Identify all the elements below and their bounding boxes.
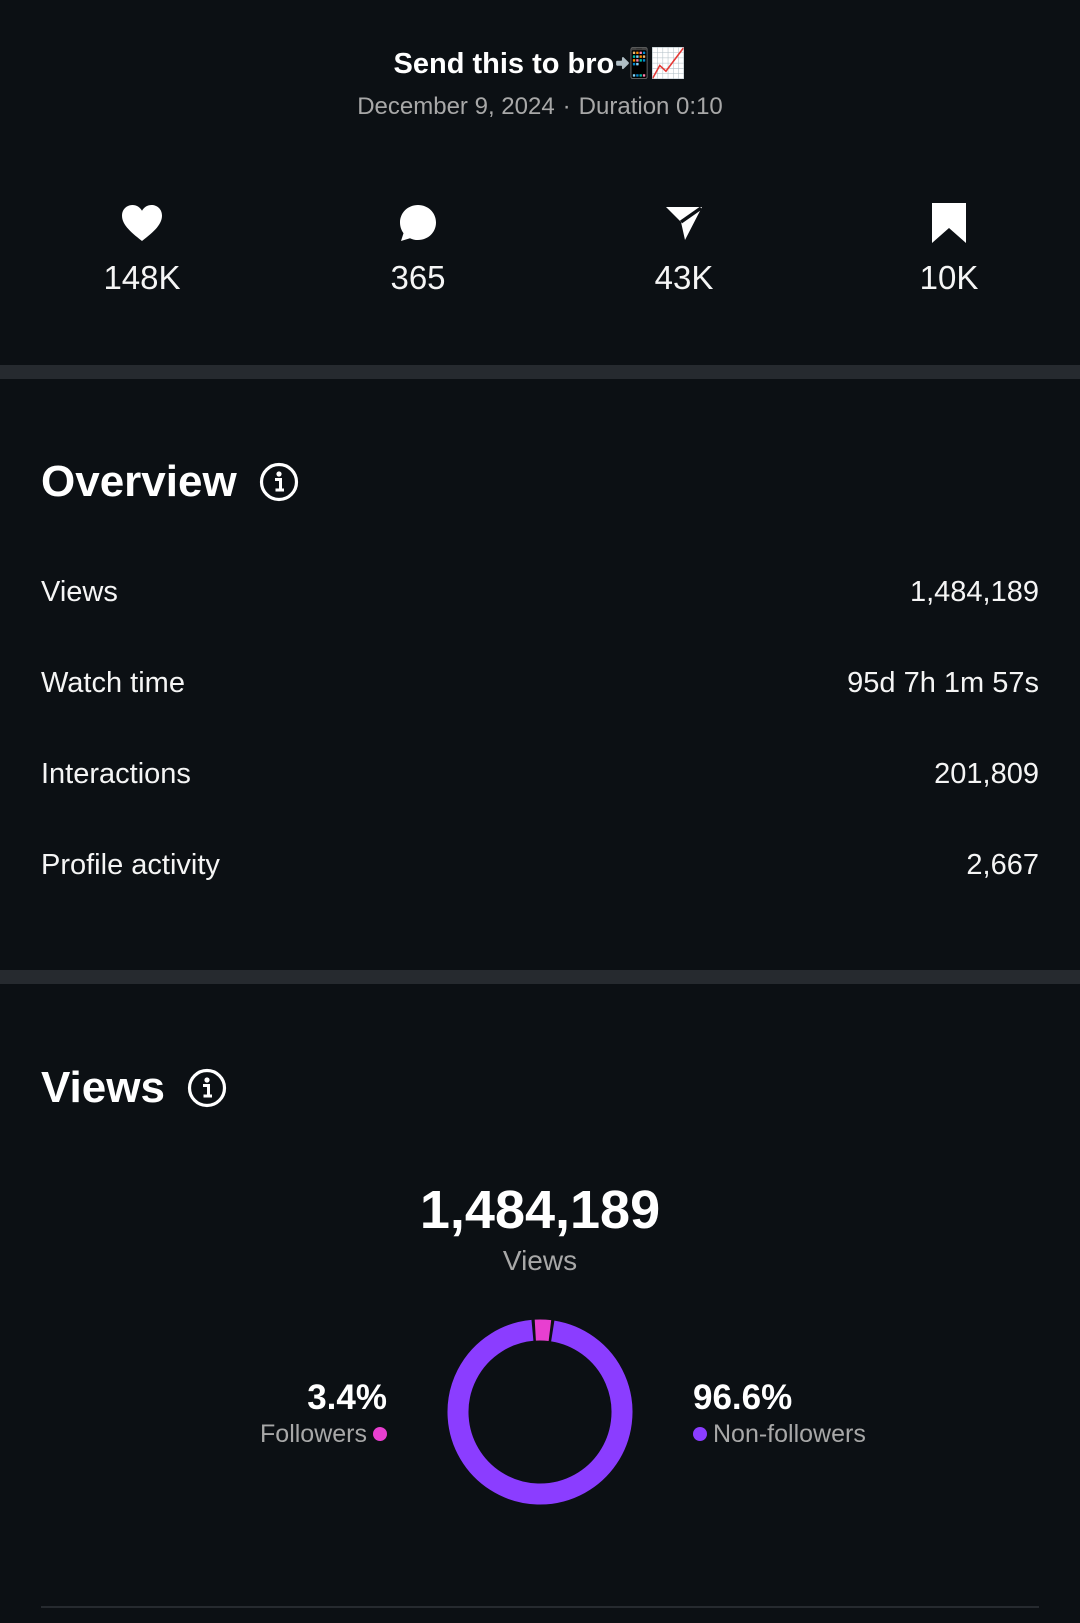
shares-stat[interactable]: 43K bbox=[604, 200, 764, 310]
post-meta: December 9, 2024 · Duration 0:10 bbox=[0, 90, 1080, 124]
likes-count: 148K bbox=[103, 259, 181, 296]
donut-segment-followers bbox=[534, 1319, 552, 1342]
metric-row-views[interactable]: Views 1,484,189 bbox=[41, 572, 1039, 612]
heart-icon bbox=[122, 205, 162, 241]
bottom-divider bbox=[41, 1606, 1039, 1608]
metric-value: 2,667 bbox=[966, 848, 1039, 881]
overview-heading: Overview bbox=[41, 454, 299, 510]
followers-legend: 3.4% Followers bbox=[260, 1378, 387, 1450]
views-total: 1,484,189 bbox=[419, 1180, 661, 1240]
donut-segment-nonfollowers bbox=[447, 1319, 633, 1505]
post-header: Send this to bro📲📈 December 9, 2024 · Dura… bbox=[0, 0, 1080, 360]
nonfollowers-legend: 96.6% Non-followers bbox=[693, 1378, 866, 1450]
followers-dot bbox=[373, 1427, 387, 1441]
info-icon[interactable] bbox=[187, 1068, 227, 1108]
bookmark-icon bbox=[932, 203, 966, 243]
metric-label: Profile activity bbox=[41, 848, 220, 881]
nonfollowers-label: Non-followers bbox=[713, 1420, 866, 1448]
metric-value: 201,809 bbox=[934, 757, 1039, 790]
shares-count: 43K bbox=[654, 259, 714, 296]
views-title: Views bbox=[41, 1063, 165, 1112]
saves-count: 10K bbox=[919, 259, 979, 296]
post-title: Send this to bro📲📈 bbox=[393, 48, 687, 80]
followers-percentage: 3.4% bbox=[307, 1378, 387, 1417]
section-divider bbox=[0, 970, 1080, 984]
info-icon[interactable] bbox=[259, 462, 299, 502]
saves-stat[interactable]: 10K bbox=[869, 200, 1029, 310]
share-icon bbox=[666, 206, 703, 240]
meta-separator: · bbox=[562, 93, 571, 120]
views-heading: Views bbox=[41, 1060, 227, 1116]
views-caption: Views bbox=[502, 1245, 578, 1276]
section-divider bbox=[0, 365, 1080, 379]
comment-icon bbox=[400, 205, 436, 241]
overview-title: Overview bbox=[41, 457, 237, 506]
metric-value: 1,484,189 bbox=[909, 575, 1039, 608]
comments-stat[interactable]: 365 bbox=[338, 200, 498, 310]
post-date: December 9, 2024 bbox=[357, 93, 555, 120]
metric-label: Views bbox=[41, 575, 118, 608]
comments-count: 365 bbox=[390, 259, 446, 296]
metric-value: 95d 7h 1m 57s bbox=[847, 666, 1039, 699]
views-donut-chart bbox=[447, 1319, 633, 1505]
metric-label: Interactions bbox=[41, 757, 191, 790]
nonfollowers-percentage: 96.6% bbox=[693, 1378, 793, 1417]
likes-stat[interactable]: 148K bbox=[62, 200, 222, 310]
metric-row-interactions[interactable]: Interactions 201,809 bbox=[41, 754, 1039, 794]
nonfollowers-dot bbox=[693, 1427, 707, 1441]
metric-row-profile-activity[interactable]: Profile activity 2,667 bbox=[41, 845, 1039, 885]
metric-label: Watch time bbox=[41, 666, 185, 699]
metric-row-watch-time[interactable]: Watch time 95d 7h 1m 57s bbox=[41, 663, 1039, 703]
followers-label: Followers bbox=[260, 1420, 367, 1448]
post-duration: Duration 0:10 bbox=[578, 93, 723, 120]
